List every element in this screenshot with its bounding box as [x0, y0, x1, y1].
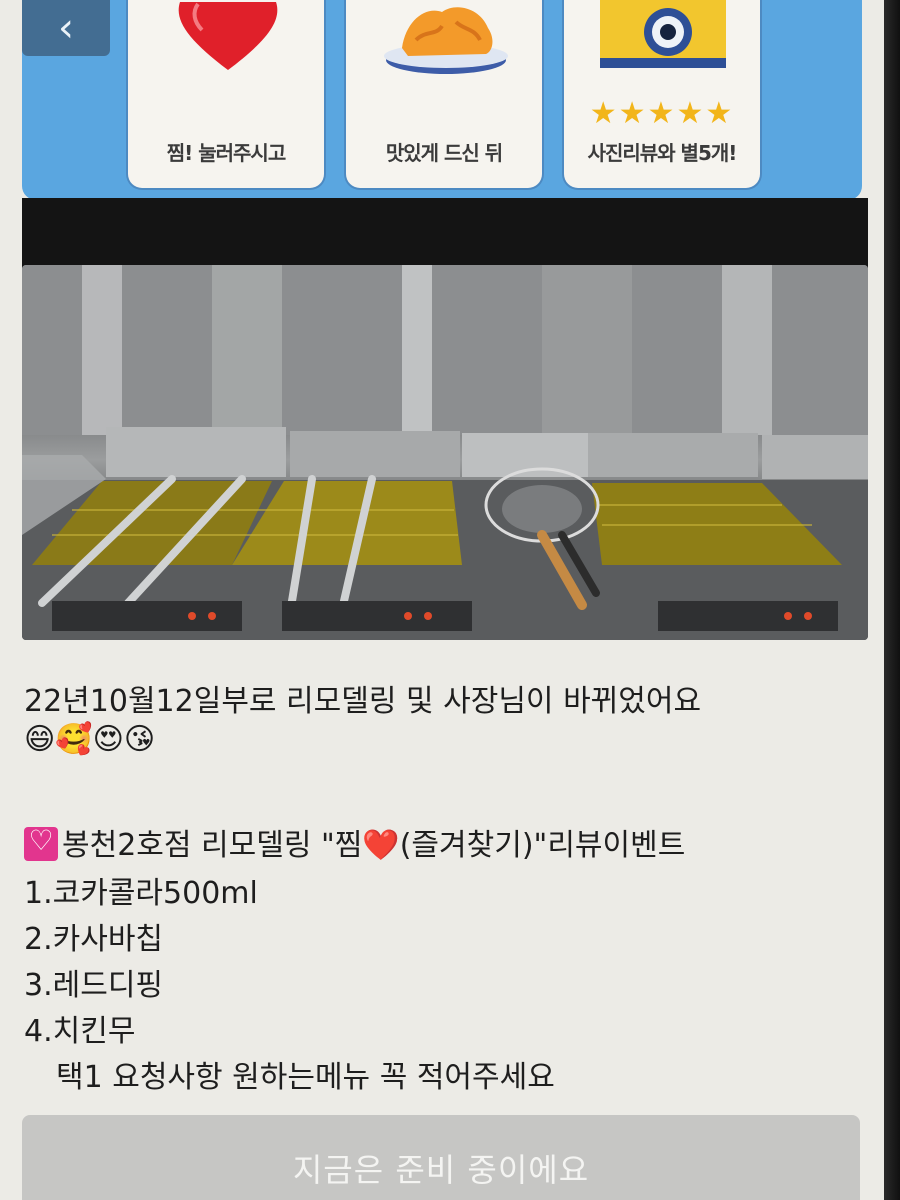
- banner-card-favorite: 찜! 눌러주시고: [126, 0, 326, 190]
- banner-card-label: 사진리뷰와 별5개!: [587, 141, 738, 165]
- emoji-row: 😄🥰😍😘: [24, 722, 156, 757]
- event-option: 3.레드디핑: [24, 968, 164, 1003]
- banner-card-label: 맛있게 드신 뒤: [385, 141, 503, 165]
- star-icon: ★: [705, 96, 735, 131]
- chevron-left-icon: ‹: [58, 5, 74, 51]
- app-screen: 찜! 눌러주시고 맛있게 드신 뒤 ★★★★★ 사진리뷰와 별5개! ‹ 22년…: [0, 0, 884, 1200]
- star-icon: ★: [676, 96, 706, 131]
- camera-icon: [564, 0, 760, 110]
- banner-card-review: ★★★★★ 사진리뷰와 별5개!: [562, 0, 762, 190]
- heart-icon: [128, 0, 324, 110]
- post-remodel-notice: 22년10월12일부로 리모델링 및 사장님이 바뀌었어요: [24, 684, 702, 719]
- store-status-label: 지금은 준비 중이에요: [292, 1151, 590, 1189]
- event-title-suffix: (즐겨찾기)"리뷰이벤트: [399, 828, 686, 863]
- event-title-prefix: 봉천2호점 리모델링 "찜: [62, 828, 363, 863]
- event-title: 봉천2호점 리모델링 "찜❤️(즐겨찾기)"리뷰이벤트: [24, 820, 685, 864]
- red-heart-icon: ❤️: [362, 828, 400, 863]
- fried-chicken-basket-icon: [346, 0, 542, 110]
- review-event-banner: 찜! 눌러주시고 맛있게 드신 뒤 ★★★★★ 사진리뷰와 별5개!: [22, 0, 862, 200]
- star-icon: ★: [618, 96, 648, 131]
- star-rating: ★★★★★: [564, 96, 760, 131]
- banner-card-label: 찜! 눌러주시고: [166, 141, 286, 165]
- banner-card-eat: 맛있게 드신 뒤: [344, 0, 544, 190]
- event-option: 2.카사바칩: [24, 922, 164, 957]
- heart-decoration-icon: [24, 824, 58, 861]
- store-status-button[interactable]: 지금은 준비 중이에요: [22, 1115, 860, 1200]
- back-button[interactable]: ‹: [22, 0, 110, 56]
- star-icon: ★: [589, 96, 619, 131]
- event-option: 1.코카콜라500ml: [24, 876, 258, 911]
- fryer-station-photo: [22, 265, 868, 640]
- event-note: 택1 요청사항 원하는메뉴 꼭 적어주세요: [56, 1060, 555, 1095]
- star-icon: ★: [647, 96, 677, 131]
- divider-bar: [22, 198, 868, 268]
- device-bezel: [884, 0, 900, 1200]
- event-option: 4.치킨무: [24, 1014, 136, 1049]
